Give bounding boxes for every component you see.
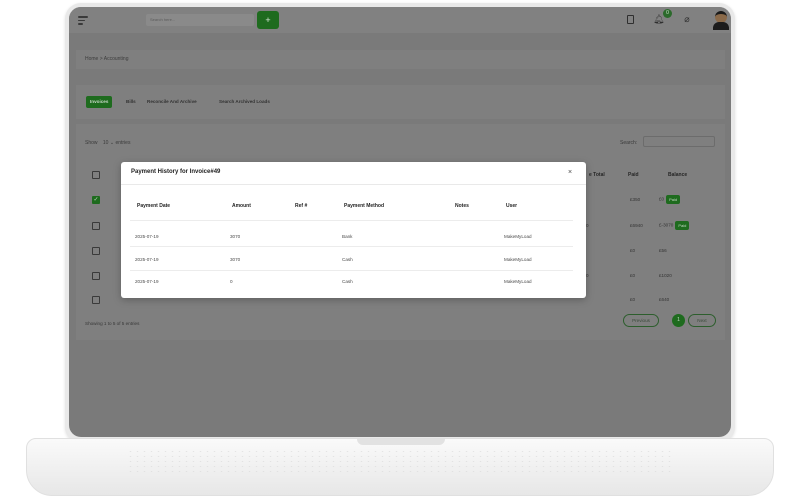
- tab-reconcile-and-archive[interactable]: Reconcile And Archive: [147, 96, 197, 108]
- tab-invoices[interactable]: Invoices: [86, 96, 113, 108]
- laptop-notch: [357, 439, 445, 445]
- payment-date: 2025-07-19: [135, 234, 159, 239]
- row-checkbox[interactable]: [92, 222, 100, 230]
- row-checkbox[interactable]: [92, 296, 100, 304]
- payment-method: Cash: [342, 257, 353, 262]
- document-icon[interactable]: [627, 15, 634, 24]
- row-balance: £-3070 Paid: [659, 221, 690, 230]
- row-balance: £640: [659, 297, 670, 302]
- payment-user: MakeMyLoad: [504, 279, 532, 284]
- app-header: Search here... + 🔔︎ 0 ⌀: [69, 7, 731, 33]
- payment-amount: 0: [230, 279, 233, 284]
- column-header-total[interactable]: e Total: [589, 172, 605, 178]
- menu-icon[interactable]: [78, 16, 88, 27]
- payment-method: Bank: [342, 234, 353, 239]
- bell-icon[interactable]: 🔔︎: [653, 14, 664, 25]
- row-divider: [130, 270, 573, 271]
- payment-history-modal: Payment History for Invoice#49 × Payment…: [121, 162, 586, 298]
- chevron-down-icon: ⌄: [109, 140, 115, 146]
- entries-label: entries: [115, 140, 131, 146]
- close-icon[interactable]: ×: [568, 169, 572, 176]
- status-badge: Paid: [666, 195, 681, 204]
- row-balance: £0 Paid: [659, 195, 681, 204]
- column-header-amount: Amount: [232, 203, 251, 209]
- notification-badge: 0: [663, 9, 672, 18]
- avatar[interactable]: [712, 10, 730, 30]
- table-search-input[interactable]: [643, 136, 715, 147]
- row-total-fragment: 0: [586, 273, 589, 278]
- tab-bar: Invoices Bills Reconcile And Archive Sea…: [76, 85, 725, 119]
- add-button[interactable]: +: [257, 11, 279, 29]
- payment-amount: 3070: [230, 234, 241, 239]
- payment-user: MakeMyLoad: [504, 234, 532, 239]
- row-balance: £1020: [659, 273, 672, 278]
- column-header-notes: Notes: [455, 203, 469, 209]
- table-search-label: Search:: [620, 140, 638, 146]
- row-paid: £6940: [630, 223, 643, 228]
- previous-page-button[interactable]: Previous: [623, 314, 659, 327]
- payment-date: 2025-07-19: [135, 257, 159, 262]
- row-paid: £350: [630, 197, 641, 202]
- app-screen: Search here... + 🔔︎ 0 ⌀ Home > Accountin…: [69, 7, 731, 437]
- column-header-payment-method: Payment Method: [344, 203, 385, 209]
- balance-value: £-3070: [659, 222, 674, 228]
- tab-bills[interactable]: Bills: [126, 96, 136, 108]
- header-search-input[interactable]: Search here...: [146, 14, 254, 26]
- row-total-fragment: 0: [586, 223, 589, 228]
- keyboard-texture: [127, 449, 675, 473]
- payment-method: Cash: [342, 279, 353, 284]
- column-header-balance[interactable]: Balance: [668, 172, 687, 178]
- row-divider: [130, 246, 573, 247]
- breadcrumb: Home > Accounting: [76, 50, 725, 69]
- payment-date: 2025-07-19: [135, 279, 159, 284]
- column-header-user: User: [506, 203, 518, 209]
- modal-title: Payment History for Invoice#49: [131, 169, 221, 175]
- row-checkbox[interactable]: [92, 272, 100, 280]
- laptop-base: [26, 438, 774, 496]
- page-1-button[interactable]: 1: [672, 314, 685, 327]
- next-page-button[interactable]: Next: [688, 314, 716, 327]
- showing-entries-text: Showing 1 to 5 of 5 entries: [85, 321, 140, 326]
- column-header-paid[interactable]: Paid: [628, 172, 639, 178]
- row-paid: £0: [630, 297, 636, 302]
- row-divider: [130, 220, 573, 221]
- entries-control[interactable]: Show 10 ⌄ entries: [85, 140, 130, 146]
- tab-search-archived-loads[interactable]: Search Archived Loads: [219, 96, 270, 108]
- column-header-payment-date: Payment Date: [137, 203, 171, 209]
- row-checkbox[interactable]: [92, 247, 100, 255]
- modal-divider: [121, 184, 586, 185]
- select-all-checkbox[interactable]: [92, 171, 100, 179]
- eye-off-icon[interactable]: ⌀: [682, 14, 692, 25]
- row-paid: £0: [630, 273, 636, 278]
- balance-value: £0: [659, 196, 665, 202]
- column-header-ref: Ref #: [295, 203, 308, 209]
- payment-user: MakeMyLoad: [504, 257, 532, 262]
- row-balance: £56: [659, 248, 667, 253]
- status-badge: Paid: [675, 221, 690, 230]
- entries-select[interactable]: 10: [103, 140, 109, 146]
- row-paid: £0: [630, 248, 636, 253]
- laptop-mockup: Search here... + 🔔︎ 0 ⌀ Home > Accountin…: [0, 0, 800, 500]
- show-label: Show: [85, 140, 98, 146]
- payment-amount: 3070: [230, 257, 241, 262]
- row-checkbox[interactable]: ✓: [92, 196, 100, 204]
